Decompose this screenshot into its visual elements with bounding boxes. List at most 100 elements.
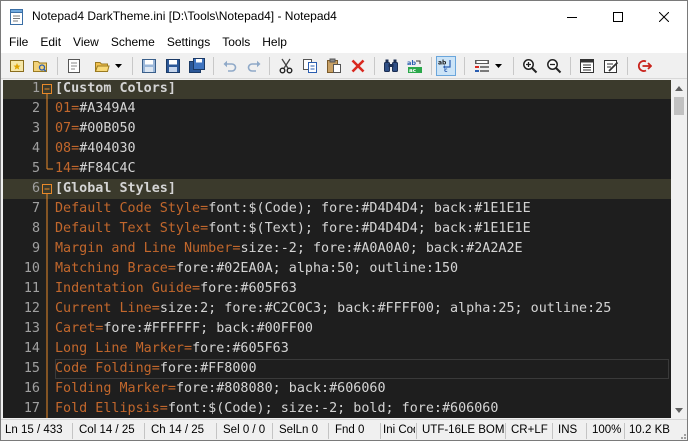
status-encoding[interactable]: UTF-16LE BOM bbox=[418, 420, 506, 440]
status-find-count[interactable]: Fnd 0 bbox=[331, 420, 379, 440]
line-content: Default Text Style=font:$(Text); fore:#D… bbox=[55, 219, 531, 239]
zoom-out-icon[interactable] bbox=[544, 56, 564, 76]
line-number: 17 bbox=[23, 401, 40, 416]
close-button[interactable] bbox=[641, 1, 687, 32]
entry-key: 07= bbox=[55, 121, 80, 136]
open-folder-icon[interactable] bbox=[92, 56, 112, 76]
fold-line-icon bbox=[46, 299, 48, 319]
code-line[interactable]: 2 01=#A349A4 bbox=[3, 99, 671, 119]
code-line[interactable]: 8 Default Text Style=font:$(Text); fore:#… bbox=[3, 219, 671, 239]
code-line[interactable]: 3 07=#00B050 bbox=[3, 119, 671, 139]
line-content: 01=#A349A4 bbox=[55, 99, 136, 119]
entry-key: 01= bbox=[55, 101, 80, 116]
cut-icon[interactable] bbox=[276, 56, 296, 76]
code-line[interactable]: 14 Long Line Marker=fore:#605F63 bbox=[3, 339, 671, 359]
section-line[interactable]: 1 [Custom Colors] bbox=[3, 80, 671, 99]
title-bar[interactable]: Notepad4 DarkTheme.ini [D:\Tools\Notepad… bbox=[1, 1, 687, 32]
menu-scheme[interactable]: Scheme bbox=[105, 32, 161, 53]
save-all-icon[interactable] bbox=[187, 56, 207, 76]
menu-view[interactable]: View bbox=[67, 32, 105, 53]
line-content: Margin and Line Number=size:-2; fore:#A0… bbox=[55, 239, 523, 259]
code-line[interactable]: 7 Default Code Style=font:$(Code); fore:#… bbox=[3, 199, 671, 219]
code-line[interactable]: 16 Folding Marker=fore:#808080; back:#606… bbox=[3, 379, 671, 399]
code-line[interactable]: 15 Code Folding=fore:#FF8000 bbox=[3, 359, 671, 379]
fold-line-icon bbox=[46, 99, 48, 119]
scroll-up-icon[interactable] bbox=[671, 80, 687, 96]
scrollbar-thumb[interactable] bbox=[674, 97, 684, 115]
entry-value: #404030 bbox=[79, 141, 136, 156]
edit-settings-icon[interactable] bbox=[601, 56, 621, 76]
find-icon[interactable] bbox=[381, 56, 401, 76]
scroll-down-icon[interactable] bbox=[671, 402, 687, 418]
entry-value: fore:#02EA0A; alpha:50; outline:150 bbox=[175, 261, 459, 276]
section-line[interactable]: 6 [Global Styles] bbox=[3, 179, 671, 199]
line-number: 8 bbox=[31, 221, 40, 236]
undo-icon[interactable] bbox=[220, 56, 240, 76]
open-file-icon[interactable] bbox=[30, 56, 50, 76]
status-selected-lines[interactable]: SelLn 0 bbox=[275, 420, 327, 440]
code-line[interactable]: 4 08=#404030 bbox=[3, 139, 671, 159]
maximize-button[interactable] bbox=[595, 1, 641, 32]
status-line[interactable]: Ln 15 / 433 bbox=[1, 420, 71, 440]
exit-icon[interactable] bbox=[634, 56, 654, 76]
zoom-in-icon[interactable] bbox=[520, 56, 540, 76]
vertical-scrollbar[interactable] bbox=[671, 80, 687, 418]
scheme-icon[interactable] bbox=[472, 56, 492, 76]
entry-value: fore:#FFFFFF; back:#00FF00 bbox=[103, 321, 313, 336]
status-line-ending[interactable]: CR+LF bbox=[507, 420, 551, 440]
open-folder-dropdown-icon[interactable] bbox=[112, 56, 124, 76]
fold-line-icon bbox=[46, 339, 48, 359]
menu-file[interactable]: File bbox=[3, 32, 34, 53]
line-content: 14=#F84C4C bbox=[55, 159, 136, 179]
replace-icon[interactable]: ab ac bbox=[405, 56, 425, 76]
status-lexer[interactable]: Ini Cod bbox=[379, 420, 415, 440]
menu-edit[interactable]: Edit bbox=[34, 32, 67, 53]
code-line[interactable]: 5 14=#F84C4C bbox=[3, 159, 671, 179]
fold-line-icon bbox=[46, 259, 48, 279]
scheme-dropdown-icon[interactable] bbox=[492, 56, 504, 76]
status-zoom[interactable]: 100% bbox=[588, 420, 624, 440]
status-column[interactable]: Col 14 / 25 bbox=[75, 420, 143, 440]
line-number: 10 bbox=[23, 261, 40, 276]
entry-key: Fold Ellipsis= bbox=[55, 401, 168, 416]
line-content: Folding Marker=fore:#808080; back:#60606… bbox=[55, 379, 386, 399]
line-number: 7 bbox=[31, 201, 40, 216]
size-grip-icon[interactable] bbox=[677, 430, 686, 440]
entry-value: size:2; fore:#C2C0C3; back:#FFFF00; alph… bbox=[159, 301, 612, 316]
status-selection[interactable]: Sel 0 / 0 bbox=[219, 420, 271, 440]
properties-icon[interactable] bbox=[577, 56, 597, 76]
section-header: [Global Styles] bbox=[55, 181, 176, 196]
line-content: 07=#00B050 bbox=[55, 119, 136, 139]
save-icon[interactable] bbox=[139, 56, 159, 76]
line-number: 4 bbox=[31, 141, 40, 156]
menu-settings[interactable]: Settings bbox=[161, 32, 216, 53]
code-line[interactable]: 10 Matching Brace=fore:#02EA0A; alpha:50;… bbox=[3, 259, 671, 279]
current-line-highlight bbox=[55, 359, 669, 379]
copy-icon[interactable] bbox=[300, 56, 320, 76]
fold-collapse-icon[interactable] bbox=[41, 179, 53, 199]
fold-line-icon bbox=[46, 319, 48, 339]
paste-icon[interactable] bbox=[324, 56, 344, 76]
browse-icon[interactable] bbox=[64, 56, 84, 76]
entry-value: fore:#605F63 bbox=[192, 341, 289, 356]
code-line[interactable]: 13 Caret=fore:#FFFFFF; back:#00FF00 bbox=[3, 319, 671, 339]
redo-icon[interactable] bbox=[244, 56, 264, 76]
code-line[interactable]: 12 Current Line=size:2; fore:#C2C0C3; bac… bbox=[3, 299, 671, 319]
menu-help[interactable]: Help bbox=[256, 32, 293, 53]
save-as-icon[interactable] bbox=[163, 56, 183, 76]
fold-collapse-icon[interactable] bbox=[41, 80, 53, 99]
delete-icon[interactable] bbox=[348, 56, 368, 76]
code-line[interactable]: 9 Margin and Line Number=size:-2; fore:#A… bbox=[3, 239, 671, 259]
line-content: Indentation Guide=fore:#605F63 bbox=[55, 279, 297, 299]
menu-tools[interactable]: Tools bbox=[216, 32, 256, 53]
status-character[interactable]: Ch 14 / 25 bbox=[147, 420, 215, 440]
line-content: Caret=fore:#FFFFFF; back:#00FF00 bbox=[55, 319, 313, 339]
new-file-icon[interactable] bbox=[7, 56, 27, 76]
status-insert-mode[interactable]: INS bbox=[554, 420, 586, 440]
word-wrap-icon[interactable]: ab c bbox=[436, 56, 456, 76]
editor-area[interactable]: 1 [Custom Colors] 2 01=#A349A4 3 07=#00B050 4 0… bbox=[3, 80, 671, 418]
code-line[interactable]: 11 Indentation Guide=fore:#605F63 bbox=[3, 279, 671, 299]
svg-text:ab: ab bbox=[438, 60, 447, 67]
minimize-button[interactable] bbox=[549, 1, 595, 32]
code-line[interactable]: 17 Fold Ellipsis=font:$(Code); size:-2; b… bbox=[3, 399, 671, 418]
